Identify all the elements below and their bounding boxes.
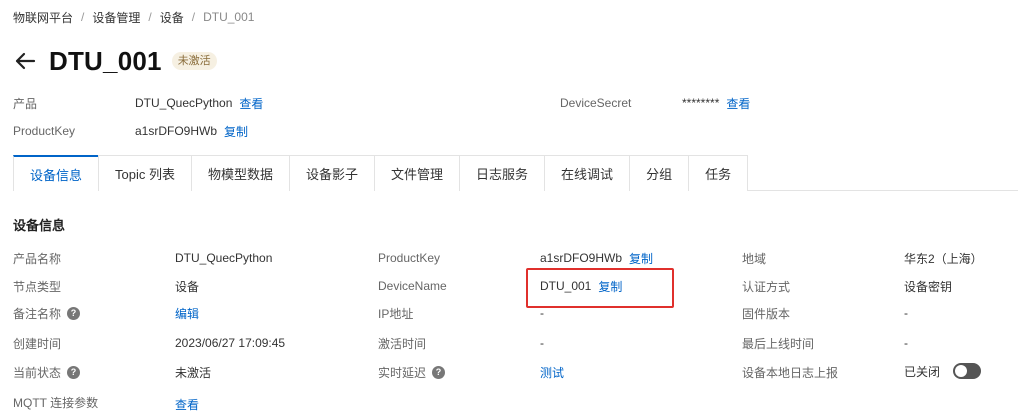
summary-product-row: 产品 DTU_QuecPython 查看 DeviceSecret ******…: [0, 95, 1018, 111]
info-mqtt-label: MQTT 连接参数: [13, 395, 99, 410]
view-secret-link[interactable]: 查看: [726, 95, 750, 112]
info-auth-value: 设备密钥: [904, 279, 953, 294]
info-last-online-value: -: [904, 336, 908, 350]
info-state-value: 未激活: [175, 365, 212, 380]
breadcrumb-separator: /: [191, 10, 196, 24]
highlight-box: [526, 268, 674, 308]
log-report-toggle[interactable]: [953, 363, 982, 379]
info-productkey-label: ProductKey: [378, 251, 441, 265]
breadcrumb-device[interactable]: 设备: [160, 9, 184, 26]
copy-productkey-button[interactable]: 复制: [629, 250, 653, 267]
info-product-name-label: 产品名称: [13, 251, 62, 266]
info-product-name-value: DTU_QuecPython: [175, 251, 273, 265]
info-node-type-label: 节点类型: [13, 279, 62, 294]
view-mqtt-params-link[interactable]: 查看: [175, 396, 199, 413]
info-log-report-value: 已关闭: [904, 363, 982, 379]
arrow-left-icon: [15, 52, 36, 70]
tab-online-debug[interactable]: 在线调试: [544, 155, 630, 191]
info-region-label: 地域: [742, 251, 767, 266]
info-remark-value: 编辑: [175, 305, 199, 321]
back-button[interactable]: [13, 49, 37, 73]
summary-secret-value: ******** 查看: [682, 95, 750, 112]
info-activated-value: -: [540, 336, 544, 350]
page-header: DTU_001 未激活: [13, 44, 217, 78]
info-region-value: 华东2（上海）: [904, 251, 983, 266]
tab-task[interactable]: 任务: [688, 155, 749, 191]
tab-topic-list[interactable]: Topic 列表: [98, 155, 191, 191]
question-circle-icon[interactable]: ?: [67, 306, 81, 320]
info-mqtt-value: 查看: [175, 396, 199, 412]
info-ip-value: -: [540, 306, 544, 320]
summary-productkey-row: ProductKey a1srDFO9HWb 复制: [0, 123, 1018, 139]
info-latency-value: 测试: [540, 364, 564, 380]
product-name-text: DTU_QuecPython: [135, 96, 233, 110]
tab-device-shadow[interactable]: 设备影子: [289, 155, 375, 191]
info-created-value: 2023/06/27 17:09:45: [175, 336, 286, 350]
tab-device-info[interactable]: 设备信息: [13, 155, 99, 192]
info-state-label: 当前状态 ?: [13, 364, 81, 380]
question-circle-icon[interactable]: ?: [432, 365, 446, 379]
summary-secret-label: DeviceSecret: [560, 96, 632, 110]
info-firmware-label: 固件版本: [742, 306, 791, 321]
edit-remark-link[interactable]: 编辑: [175, 305, 199, 322]
summary-product-label: 产品: [13, 96, 38, 111]
view-product-link[interactable]: 查看: [239, 95, 263, 112]
breadcrumb: 物联网平台 / 设备管理 / 设备 / DTU_001: [13, 9, 254, 25]
question-circle-icon[interactable]: ?: [67, 365, 81, 379]
summary-productkey-label: ProductKey: [13, 124, 76, 138]
info-remark-label: 备注名称 ?: [13, 305, 81, 321]
breadcrumb-current: DTU_001: [203, 10, 255, 24]
tab-bar: 设备信息 Topic 列表 物模型数据 设备影子 文件管理 日志服务 在线调试 …: [13, 155, 1018, 192]
test-latency-link[interactable]: 测试: [540, 364, 564, 381]
info-created-label: 创建时间: [13, 336, 62, 351]
info-activated-label: 激活时间: [378, 336, 427, 351]
toggle-switch-icon: [955, 365, 968, 377]
info-devicename-label: DeviceName: [378, 279, 447, 293]
summary-productkey-value: a1srDFO9HWb 复制: [135, 123, 248, 140]
breadcrumb-separator: /: [81, 10, 85, 24]
breadcrumb-separator: /: [148, 10, 152, 24]
info-ip-label: IP地址: [378, 306, 414, 321]
tab-file-management[interactable]: 文件管理: [374, 155, 460, 191]
status-badge: 未激活: [171, 52, 217, 70]
info-productkey-value: a1srDFO9HWb 复制: [540, 250, 654, 267]
info-last-online-label: 最后上线时间: [742, 336, 815, 351]
info-auth-label: 认证方式: [742, 279, 791, 294]
page-title: DTU_001: [49, 45, 162, 76]
info-node-type-value: 设备: [175, 279, 200, 294]
tab-group[interactable]: 分组: [629, 155, 689, 191]
info-firmware-value: -: [904, 306, 908, 320]
summary-product-value: DTU_QuecPython 查看: [135, 95, 263, 112]
copy-productkey-link[interactable]: 复制: [224, 123, 248, 140]
productkey-text: a1srDFO9HWb: [135, 124, 218, 138]
info-log-report-label: 设备本地日志上报: [742, 365, 839, 380]
breadcrumb-iot-platform[interactable]: 物联网平台: [13, 9, 73, 26]
secret-masked-text: ********: [682, 96, 720, 110]
tab-log-service[interactable]: 日志服务: [459, 155, 545, 191]
section-title: 设备信息: [13, 218, 66, 233]
tab-thing-model-data[interactable]: 物模型数据: [190, 155, 289, 191]
info-latency-label: 实时延迟 ?: [378, 364, 446, 380]
breadcrumb-device-management[interactable]: 设备管理: [92, 9, 140, 26]
